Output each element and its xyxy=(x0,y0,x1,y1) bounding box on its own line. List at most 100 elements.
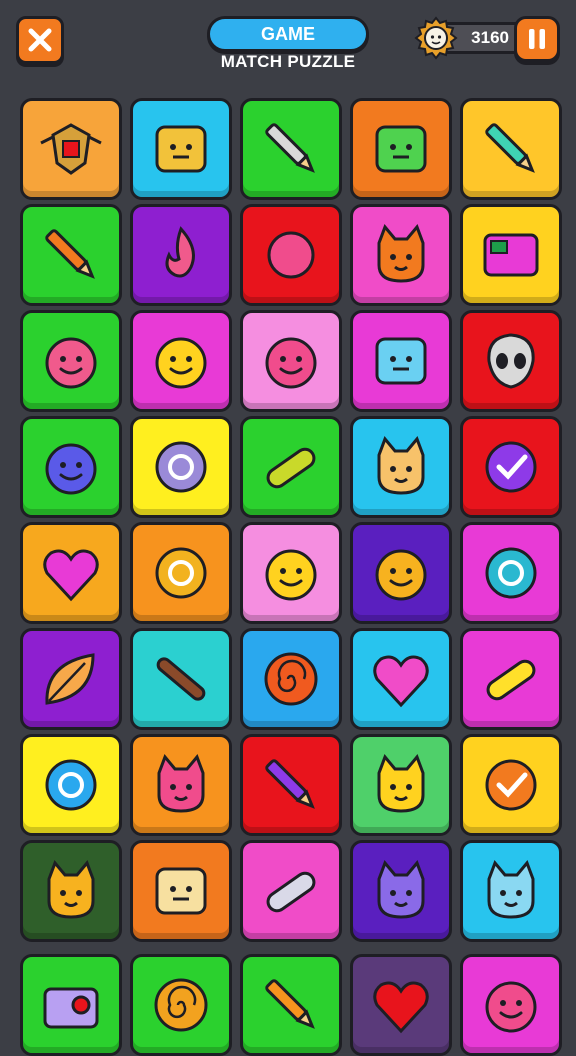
gear-coin-icon xyxy=(414,16,458,60)
blue-blob-icon xyxy=(45,443,97,495)
heart-bowl-icon xyxy=(373,655,429,708)
sun-pencil-icon xyxy=(265,979,315,1029)
eagle-crest-icon xyxy=(40,123,102,175)
puzzle-tile[interactable] xyxy=(460,522,562,624)
puzzle-tile[interactable] xyxy=(130,840,232,942)
puzzle-tile[interactable] xyxy=(460,954,562,1056)
sword-leaf-icon xyxy=(265,123,315,173)
puzzle-tile[interactable] xyxy=(130,310,232,412)
puzzle-tile[interactable] xyxy=(130,628,232,730)
puzzle-tile[interactable] xyxy=(130,416,232,518)
camera-box-icon xyxy=(43,987,99,1029)
puzzle-tile[interactable] xyxy=(350,628,452,730)
puzzle-tile[interactable] xyxy=(20,98,122,200)
leaf-icon xyxy=(45,653,95,705)
sun-face-icon xyxy=(375,549,427,601)
puzzle-tile[interactable] xyxy=(130,204,232,306)
puzzle-tile[interactable] xyxy=(460,416,562,518)
green-smile-icon xyxy=(375,125,427,173)
target-orb-icon xyxy=(485,547,537,599)
fox-face-icon xyxy=(377,436,425,495)
puzzle-tile[interactable] xyxy=(350,310,452,412)
pink-cat-icon xyxy=(157,754,205,813)
pause-icon xyxy=(529,29,545,49)
sleepy-cat-icon xyxy=(47,860,95,919)
game-title-badge: GAME xyxy=(207,16,369,52)
alien-face-icon xyxy=(487,333,535,389)
puzzle-tile[interactable] xyxy=(240,628,342,730)
blue-cat-icon xyxy=(487,860,535,919)
coin-counter: 3160 xyxy=(414,16,524,60)
puzzle-tile[interactable] xyxy=(240,840,342,942)
puzzle-tile[interactable] xyxy=(350,954,452,1056)
puzzle-tile[interactable] xyxy=(240,204,342,306)
pink-urchin-icon xyxy=(265,337,317,389)
pink-heart-icon xyxy=(43,549,99,602)
purple-cat-icon xyxy=(377,860,425,919)
game-title: GAME xyxy=(261,23,315,44)
close-button[interactable] xyxy=(16,16,64,64)
puzzle-tile[interactable] xyxy=(20,954,122,1056)
laurel-pen-icon xyxy=(45,229,95,279)
puzzle-tile[interactable] xyxy=(20,310,122,412)
purple-check-icon xyxy=(485,441,537,493)
puzzle-tile[interactable] xyxy=(20,840,122,942)
puzzle-tile[interactable] xyxy=(240,734,342,836)
puzzle-grid xyxy=(20,98,562,1056)
puzzle-tile[interactable] xyxy=(460,204,562,306)
puzzle-tile[interactable] xyxy=(460,840,562,942)
puzzle-tile[interactable] xyxy=(460,98,562,200)
puzzle-tile[interactable] xyxy=(240,98,342,200)
puzzle-tile[interactable] xyxy=(130,522,232,624)
puzzle-tile[interactable] xyxy=(240,954,342,1056)
top-bar: GAME MATCH PUZZLE 3160 xyxy=(0,0,576,90)
pink-spiky-icon xyxy=(485,981,537,1033)
purple-pen-icon xyxy=(265,759,315,809)
puzzle-tile[interactable] xyxy=(20,522,122,624)
puzzle-tile[interactable] xyxy=(130,734,232,836)
safety-pin-icon xyxy=(266,871,316,913)
spiral-icon xyxy=(154,978,208,1032)
puzzle-tile[interactable] xyxy=(130,954,232,1056)
flame-laurel-icon xyxy=(165,226,195,278)
puzzle-tile[interactable] xyxy=(460,310,562,412)
puzzle-tile[interactable] xyxy=(350,416,452,518)
orange-swirl-icon xyxy=(264,652,318,706)
gadget-board-icon xyxy=(483,233,539,277)
puzzle-tile[interactable] xyxy=(350,98,452,200)
wink-blob-icon xyxy=(265,549,317,601)
bottle-bubble-icon xyxy=(155,441,207,493)
yellow-blob-icon xyxy=(155,337,207,389)
puzzle-tile[interactable] xyxy=(350,840,452,942)
puzzle-tile[interactable] xyxy=(460,734,562,836)
barrel-face-icon xyxy=(155,867,207,915)
rocket-pen-icon xyxy=(485,123,535,173)
puzzle-tile[interactable] xyxy=(350,204,452,306)
puzzle-tile[interactable] xyxy=(20,628,122,730)
close-icon xyxy=(28,28,52,52)
puzzle-tile[interactable] xyxy=(240,522,342,624)
orange-check-icon xyxy=(485,759,537,811)
pause-button[interactable] xyxy=(514,16,560,62)
puzzle-tile[interactable] xyxy=(240,416,342,518)
sun-heart-icon xyxy=(267,231,315,279)
yellow-fox-icon xyxy=(377,754,425,813)
puzzle-tile[interactable] xyxy=(460,628,562,730)
blue-robot-icon xyxy=(375,337,427,385)
red-heart-icon xyxy=(373,981,429,1034)
gold-coin-icon xyxy=(155,547,207,599)
capsule-icon xyxy=(266,447,316,489)
puzzle-tile[interactable] xyxy=(130,98,232,200)
puzzle-tile[interactable] xyxy=(20,204,122,306)
puzzle-tile[interactable] xyxy=(20,734,122,836)
puzzle-tile[interactable] xyxy=(240,310,342,412)
golden-mask-icon xyxy=(155,125,207,173)
puzzle-tile[interactable] xyxy=(350,734,452,836)
plug-creature-icon xyxy=(45,337,97,389)
puzzle-tile[interactable] xyxy=(20,416,122,518)
stick-icon xyxy=(156,657,206,701)
yellow-bar-icon xyxy=(486,659,536,701)
cat-pair-icon xyxy=(377,224,425,283)
puzzle-tile[interactable] xyxy=(350,522,452,624)
game-subtitle: MATCH PUZZLE xyxy=(220,52,356,71)
